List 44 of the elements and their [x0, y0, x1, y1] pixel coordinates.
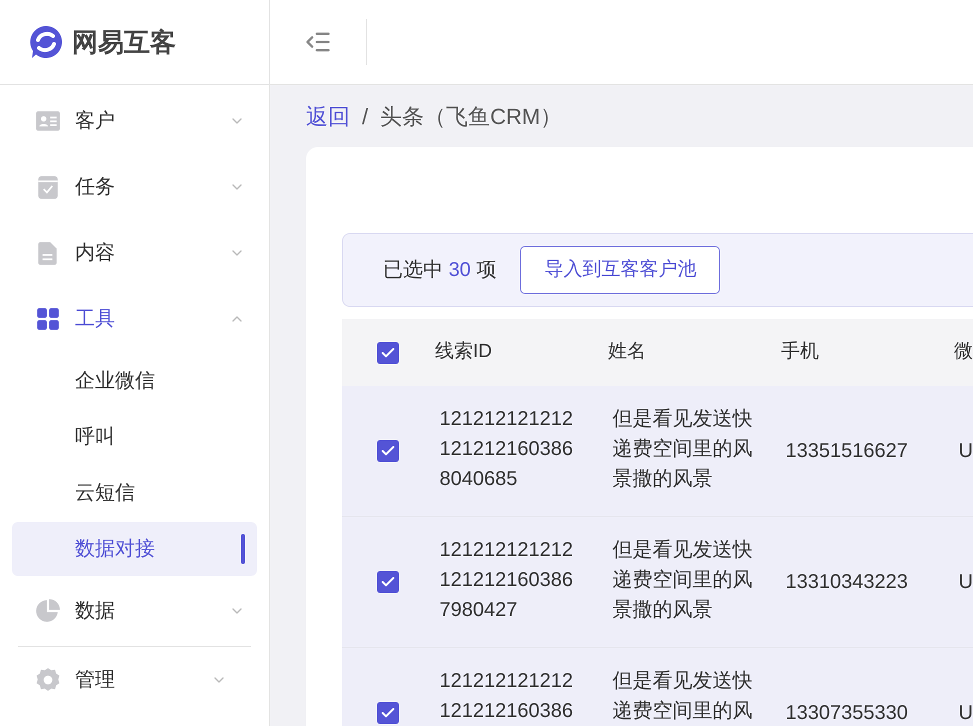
table-cell-text: U — [958, 701, 973, 726]
submenu-item[interactable]: 云短信 — [12, 466, 257, 520]
checkbox[interactable] — [377, 702, 399, 724]
import-button[interactable]: 导入到互客客户池 — [520, 246, 720, 294]
logo-icon — [28, 24, 64, 60]
grid-icon — [35, 306, 61, 332]
selection-count: 已选中 30 项 — [383, 258, 496, 283]
table-row[interactable]: 1212121212121212121603868040685 但是看见发送快递费空间里的风景撒的风景 13351516627 U — [342, 386, 973, 517]
column-header: 微 — [954, 340, 973, 364]
sidebar-item[interactable]: 工具 — [0, 286, 269, 352]
column-header: 姓名 — [608, 340, 647, 364]
checkbox[interactable] — [377, 440, 399, 462]
table-cell-text: 13351516627 — [786, 439, 909, 464]
checkbox[interactable] — [377, 342, 399, 364]
column-header: 线索ID — [435, 340, 493, 364]
table-cell-text: 121212121212121212160386 — [440, 669, 574, 724]
table-cell-text: 但是看见发送快递费空间里的风 — [612, 669, 754, 724]
breadcrumb-current: 头条（飞鱼CRM） — [380, 102, 562, 130]
column-header: 手机 — [781, 340, 820, 364]
table-cell-text: U — [958, 439, 973, 464]
table-row[interactable]: 1212121212121212121603867980427 但是看见发送快递费空间里的风景撒的风景 13310343223 U — [342, 517, 973, 648]
breadcrumb-separator: / — [362, 102, 368, 130]
table-cell-text: 但是看见发送快递费空间里的风景撒的风景 — [612, 538, 754, 623]
sidebar-item[interactable]: 内容 — [0, 220, 269, 286]
table-row[interactable]: 121212121212121212160386 但是看见发送快递费空间里的风 13307355330 U — [342, 648, 973, 726]
settings-icon — [35, 667, 61, 693]
active-indicator — [241, 534, 245, 564]
checkbox[interactable] — [377, 571, 399, 593]
table-cell-text: 13307355330 — [786, 701, 909, 726]
pie-chart-icon — [35, 598, 61, 624]
sidebar-item[interactable]: 管理 — [18, 647, 251, 713]
table-cell-text: 13310343223 — [786, 570, 909, 595]
submenu-item[interactable]: 企业微信 — [12, 354, 257, 408]
back-link[interactable]: 返回 — [306, 100, 350, 132]
table-cell-text: 1212121212121212121603868040685 — [440, 407, 574, 492]
logo-text: 网易互客 — [72, 26, 176, 58]
submenu-item[interactable]: 呼叫 — [12, 410, 257, 464]
table-cell-text: 1212121212121212121603867980427 — [440, 538, 574, 623]
sidebar-item[interactable]: 客户 — [0, 88, 269, 154]
sidebar-item[interactable]: 数据 — [0, 578, 269, 644]
sidebar-item[interactable]: 任务 — [0, 154, 269, 220]
table-cell-text: 但是看见发送快递费空间里的风景撒的风景 — [612, 407, 754, 492]
table-cell-text: U — [958, 570, 973, 595]
submenu-item[interactable]: 数据对接 — [12, 522, 257, 576]
